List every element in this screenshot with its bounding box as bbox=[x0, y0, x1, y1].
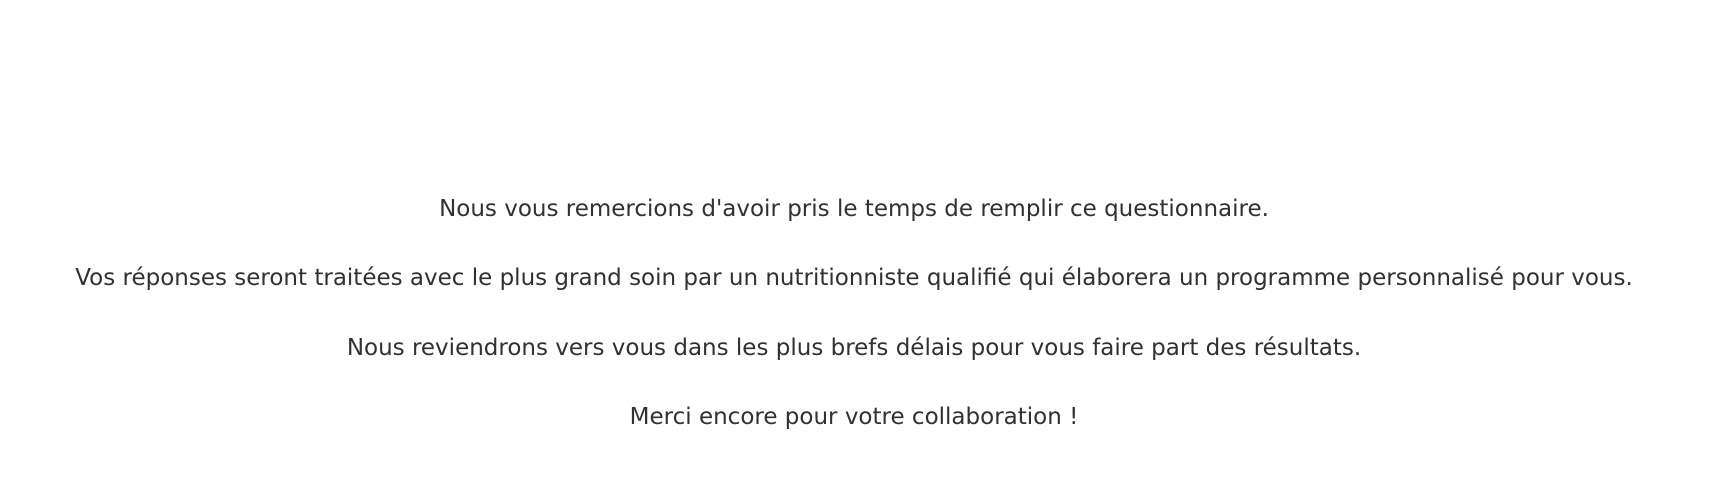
closing-line: Merci encore pour votre collaboration ! bbox=[629, 404, 1079, 430]
processing-info-line: Vos réponses seront traitées avec le plu… bbox=[75, 265, 1633, 291]
thank-you-message: Nous vous remercions d'avoir pris le tem… bbox=[0, 0, 1728, 481]
thank-you-line: Nous vous remercions d'avoir pris le tem… bbox=[439, 196, 1269, 222]
follow-up-line: Nous reviendrons vers vous dans les plus… bbox=[346, 335, 1362, 361]
